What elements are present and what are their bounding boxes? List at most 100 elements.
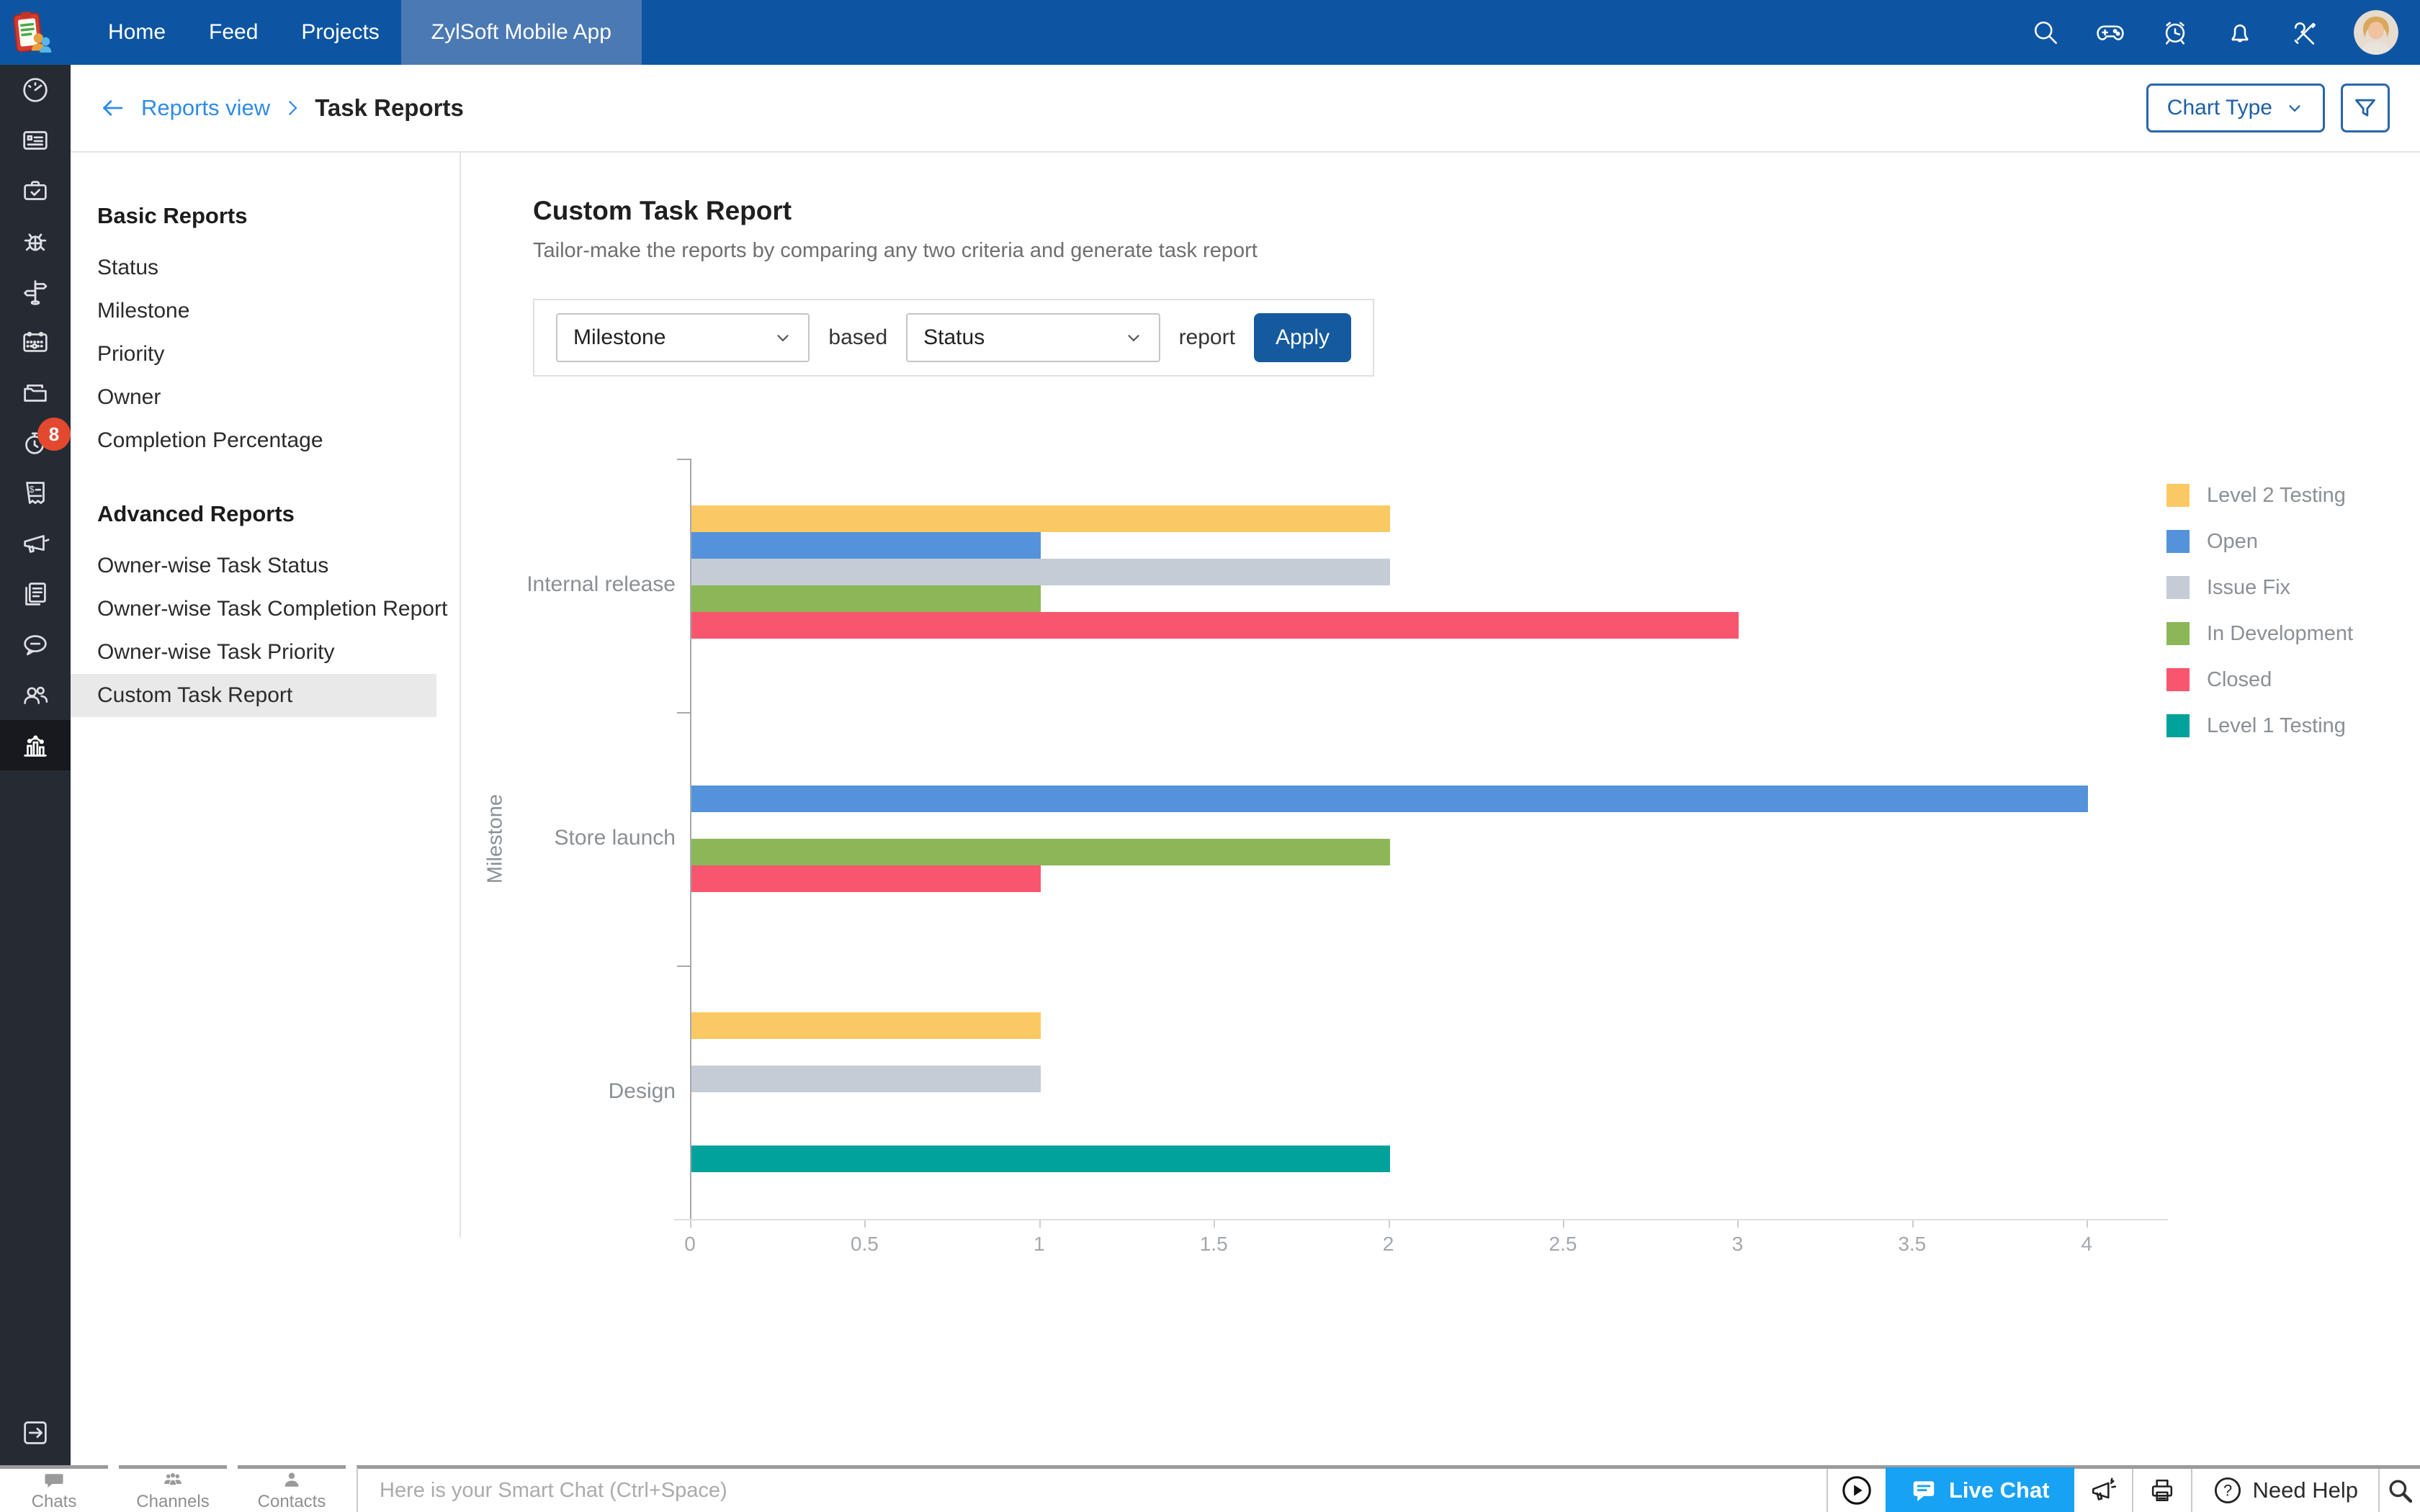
tab-channels[interactable]: Channels [119, 1465, 227, 1512]
app-logo-icon[interactable] [9, 9, 55, 55]
chart-type-label: Chart Type [2167, 96, 2272, 120]
bar-design-level-1-testing[interactable] [691, 1146, 1390, 1172]
bottom-search-icon[interactable] [2380, 1469, 2420, 1512]
smart-chat-input[interactable] [358, 1478, 1776, 1503]
timesheet-icon[interactable]: 8 [0, 418, 71, 468]
bar-internal-release-in-development[interactable] [691, 585, 1041, 612]
tasks-icon[interactable] [0, 166, 71, 216]
need-help-button[interactable]: ? Need Help [2192, 1475, 2378, 1506]
search-icon[interactable] [2030, 17, 2061, 48]
tab-chats[interactable]: Chats [0, 1465, 108, 1512]
top-nav: Home Feed Projects ZylSoft Mobile App [0, 0, 2420, 65]
people-group-icon [162, 1470, 184, 1491]
sidebar-item-owner-wise-task-priority[interactable]: Owner-wise Task Priority [71, 631, 436, 674]
timesheet-badge: 8 [37, 418, 71, 451]
main-content: Custom Task Report Tailor-make the repor… [461, 153, 2420, 1465]
nav-item-zylsoft-mobile-app[interactable]: ZylSoft Mobile App [401, 0, 642, 65]
legend-item-closed[interactable]: Closed [2166, 668, 2353, 691]
nav-item-feed[interactable]: Feed [187, 0, 279, 65]
logout-icon[interactable] [0, 1408, 71, 1458]
chart-type-button[interactable]: Chart Type [2146, 84, 2325, 132]
setup-icon[interactable] [2289, 17, 2321, 48]
category-label-design: Design [467, 1079, 676, 1104]
sidebar-item-custom-task-report[interactable]: Custom Task Report [71, 674, 436, 717]
dashboard-icon[interactable] [0, 65, 71, 115]
category-label-internal-release: Internal release [467, 572, 676, 597]
chevron-down-icon [1124, 328, 1143, 347]
criteria-2-select[interactable]: Status [906, 313, 1160, 362]
report-subtitle: Tailor-make the reports by comparing any… [533, 239, 2420, 263]
sidebar-item-milestone[interactable]: Milestone [71, 289, 436, 333]
recent-activity-icon[interactable] [2159, 17, 2191, 48]
milestones-icon[interactable] [0, 266, 71, 317]
svg-text:$: $ [30, 485, 35, 495]
legend-item-issue-fix[interactable]: Issue Fix [2166, 576, 2353, 599]
print-icon[interactable] [2133, 1469, 2191, 1512]
funnel-icon [2351, 94, 2380, 122]
bugs-icon[interactable] [0, 216, 71, 266]
legend-item-level-2-testing[interactable]: Level 2 Testing [2166, 484, 2353, 507]
live-chat-button[interactable]: Live Chat [1886, 1467, 2074, 1512]
bar-design-issue-fix[interactable] [691, 1066, 1041, 1092]
x-axis-tick [864, 1220, 866, 1228]
tab-channels-label: Channels [136, 1492, 209, 1512]
bar-design-level-2-testing[interactable] [691, 1012, 1041, 1039]
legend-label: Issue Fix [2207, 576, 2290, 600]
legend-item-open[interactable]: Open [2166, 530, 2353, 553]
documents-icon[interactable] [0, 367, 71, 418]
sidebar-item-priority[interactable]: Priority [71, 333, 436, 376]
play-intro-icon[interactable] [1828, 1469, 1886, 1512]
nav-item-home[interactable]: Home [86, 0, 187, 65]
filter-button[interactable] [2341, 84, 2390, 132]
bar-store-launch-closed[interactable] [691, 865, 1041, 892]
y-axis-tick [677, 459, 690, 460]
calendar-icon[interactable] [0, 317, 71, 367]
users-icon[interactable] [0, 670, 71, 720]
bar-internal-release-issue-fix[interactable] [691, 559, 1390, 585]
legend-item-level-1-testing[interactable]: Level 1 Testing [2166, 714, 2353, 737]
bottom-bar: Chats Channels Contacts [0, 1465, 2420, 1512]
bar-internal-release-level-2-testing[interactable] [691, 505, 1390, 532]
x-axis-tick [1912, 1220, 1914, 1228]
breadcrumb-link[interactable]: Reports view [141, 95, 270, 121]
tab-contacts-label: Contacts [258, 1492, 326, 1512]
forums-icon[interactable] [0, 619, 71, 670]
announcements-icon[interactable] [0, 518, 71, 569]
tab-chats-label: Chats [32, 1492, 77, 1512]
feed-icon[interactable] [0, 115, 71, 166]
x-axis-tick-label: 4 [2081, 1233, 2092, 1256]
back-arrow-icon[interactable] [98, 94, 127, 122]
announcement-icon[interactable] [2074, 1469, 2132, 1512]
nav-item-projects[interactable]: Projects [279, 0, 400, 65]
games-icon[interactable] [2094, 17, 2126, 48]
legend-item-in-development[interactable]: In Development [2166, 622, 2353, 645]
bar-store-launch-in-development[interactable] [691, 839, 1390, 865]
reports-icon[interactable] [0, 720, 71, 770]
tab-contacts[interactable]: Contacts [238, 1465, 346, 1512]
x-axis-tick-label: 0.5 [851, 1233, 879, 1256]
sidebar-item-completion-percentage[interactable]: Completion Percentage [71, 419, 436, 462]
based-label: based [828, 325, 887, 350]
reports-sidebar: Basic ReportsStatusMilestonePriorityOwne… [71, 153, 461, 1238]
report-title: Custom Task Report [533, 196, 2420, 226]
sidebar-item-owner[interactable]: Owner [71, 376, 436, 419]
bar-store-launch-open[interactable] [691, 786, 2088, 812]
y-axis-tick [677, 712, 690, 714]
sidebar-item-owner-wise-task-status[interactable]: Owner-wise Task Status [71, 544, 436, 588]
bar-internal-release-open[interactable] [691, 532, 1041, 559]
legend-swatch [2166, 714, 2190, 737]
nav-right-icons [2030, 10, 2398, 55]
svg-text:?: ? [2223, 1482, 2232, 1500]
user-avatar[interactable] [2354, 10, 2398, 55]
chart-legend: Level 2 Testing Open Issue Fix In Developme… [2166, 484, 2353, 737]
notifications-icon[interactable] [2224, 17, 2256, 48]
criteria-1-select[interactable]: Milestone [556, 313, 810, 362]
person-icon [281, 1470, 302, 1491]
pages-icon[interactable] [0, 569, 71, 619]
sidebar-item-status[interactable]: Status [71, 246, 436, 289]
chat-bubble-icon [43, 1470, 65, 1491]
sidebar-item-owner-wise-task-completion-report[interactable]: Owner-wise Task Completion Report [71, 588, 436, 631]
bar-internal-release-closed[interactable] [691, 612, 1739, 639]
apply-button[interactable]: Apply [1254, 313, 1351, 362]
invoices-icon[interactable]: $ [0, 468, 71, 518]
